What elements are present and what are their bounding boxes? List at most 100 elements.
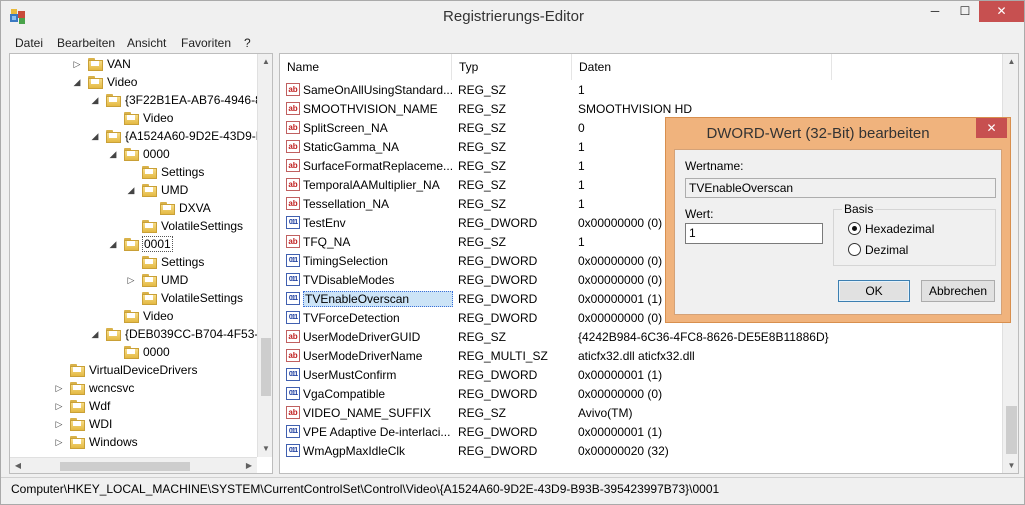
tree-node[interactable]: ◢ UMD (10, 182, 255, 200)
value-name[interactable]: TVEnableOverscan (303, 291, 453, 307)
value-name[interactable]: TVDisableModes (303, 273, 453, 287)
collapse-arrow-icon[interactable]: ◢ (108, 149, 118, 161)
dialog-close-button[interactable]: ✕ (976, 118, 1007, 138)
expand-arrow-icon[interactable]: ▷ (126, 275, 136, 287)
tree-node-label[interactable]: Settings (160, 165, 205, 179)
tree-node[interactable]: ▷ WDI (10, 416, 255, 434)
tree-node-label[interactable]: Video (142, 309, 174, 323)
table-row[interactable]: ab VIDEO_NAME_SUFFIX REG_SZ Avivo(TM) (280, 403, 1000, 422)
menu-help[interactable]: ? (244, 36, 251, 50)
radio-unchecked-icon[interactable] (848, 243, 861, 256)
maximize-button[interactable]: ☐ (952, 1, 978, 22)
value-name[interactable]: TFQ_NA (303, 235, 453, 249)
table-row[interactable]: ab SameOnAllUsingStandard... REG_SZ 1 (280, 80, 1000, 99)
collapse-arrow-icon[interactable]: ◢ (90, 95, 100, 107)
value-name[interactable]: SMOOTHVISION_NAME (303, 102, 453, 116)
tree-node-label[interactable]: VolatileSettings (160, 291, 244, 305)
table-row[interactable]: ab UserModeDriverGUID REG_SZ {4242B984-6C36… (280, 327, 1000, 346)
table-row[interactable]: ab SMOOTHVISION_NAME REG_SZ SMOOTHVISION HD (280, 99, 1000, 118)
tree-node-label[interactable]: Settings (160, 255, 205, 269)
value-name[interactable]: TemporalAAMultiplier_NA (303, 178, 453, 192)
tree-node-label[interactable]: 0001 (142, 236, 173, 252)
value-name[interactable]: WmAgpMaxIdleClk (303, 444, 453, 458)
scroll-right-arrow-icon[interactable]: ▶ (241, 458, 257, 473)
tree-node-label[interactable]: {DEB039CC-B704-4F53-B43E (124, 327, 272, 341)
scroll-down-arrow-icon[interactable]: ▼ (258, 441, 272, 457)
value-name[interactable]: SurfaceFormatReplaceme... (303, 159, 453, 173)
expand-arrow-icon[interactable]: ▷ (72, 59, 82, 71)
value-name[interactable]: UserModeDriverGUID (303, 330, 453, 344)
tree-node-label[interactable]: WDI (88, 417, 113, 431)
scrollbar-thumb[interactable] (261, 338, 271, 396)
value-data-input[interactable]: 1 (685, 223, 823, 244)
tree-node-label[interactable]: Wdf (88, 399, 111, 413)
value-name[interactable]: TestEnv (303, 216, 453, 230)
table-row[interactable]: 011 UserMustConfirm REG_DWORD 0x00000001 (1… (280, 365, 1000, 384)
value-name[interactable]: StaticGamma_NA (303, 140, 453, 154)
expand-arrow-icon[interactable]: ▷ (54, 419, 64, 431)
scroll-up-arrow-icon[interactable]: ▲ (1003, 54, 1018, 70)
tree-node[interactable]: Settings (10, 254, 255, 272)
collapse-arrow-icon[interactable]: ◢ (108, 239, 118, 251)
value-name[interactable]: SplitScreen_NA (303, 121, 453, 135)
scrollbar-thumb[interactable] (60, 462, 190, 471)
tree-node-label[interactable]: Video (106, 75, 138, 89)
tree-node[interactable]: VolatileSettings (10, 218, 255, 236)
menu-datei[interactable]: Datei (15, 36, 43, 50)
tree-node[interactable]: ◢ Video (10, 74, 255, 92)
ok-button[interactable]: OK (838, 280, 910, 302)
tree-node[interactable]: ▷ VAN (10, 56, 255, 74)
close-button[interactable]: ✕ (979, 1, 1024, 22)
tree-node[interactable]: Video (10, 110, 255, 128)
tree-node-label[interactable]: UMD (160, 273, 189, 287)
registry-tree[interactable]: ▷ VAN ◢ Video ◢ {3F22B1EA-AB76-4946-851F- Vide… (9, 53, 273, 474)
tree-node[interactable]: ▷ UMD (10, 272, 255, 290)
scroll-up-arrow-icon[interactable]: ▲ (258, 54, 272, 70)
tree-node[interactable]: ▷ Wdf (10, 398, 255, 416)
tree-node[interactable]: ◢ {DEB039CC-B704-4F53-B43E (10, 326, 272, 344)
tree-node-label[interactable]: DXVA (178, 201, 212, 215)
tree-vertical-scrollbar[interactable]: ▲ ▼ (257, 54, 272, 457)
scroll-left-arrow-icon[interactable]: ◀ (10, 458, 26, 473)
tree-node-label[interactable]: VirtualDeviceDrivers (88, 363, 198, 377)
expand-arrow-icon[interactable]: ▷ (54, 401, 64, 413)
radio-checked-icon[interactable] (848, 222, 861, 235)
tree-horizontal-scrollbar[interactable]: ◀ ▶ (10, 457, 257, 473)
value-name[interactable]: Tessellation_NA (303, 197, 453, 211)
tree-node[interactable]: VolatileSettings (10, 290, 255, 308)
minimize-button[interactable]: ─ (921, 1, 949, 22)
value-name[interactable]: UserModeDriverName (303, 349, 453, 363)
menu-bearbeiten[interactable]: Bearbeiten (57, 36, 115, 50)
table-row[interactable]: 011 VPE Adaptive De-interlaci... REG_DWORD… (280, 422, 1000, 441)
value-name[interactable]: VgaCompatible (303, 387, 453, 401)
collapse-arrow-icon[interactable]: ◢ (72, 77, 82, 89)
table-row[interactable]: 011 VgaCompatible REG_DWORD 0x00000000 (0) (280, 384, 1000, 403)
tree-node-label[interactable]: Windows (88, 435, 139, 449)
tree-node-label[interactable]: 0000 (142, 147, 171, 161)
menu-ansicht[interactable]: Ansicht (127, 36, 166, 50)
tree-node[interactable]: ◢ {3F22B1EA-AB76-4946-851F- (10, 92, 272, 110)
tree-node[interactable]: 0000 (10, 344, 255, 362)
value-name[interactable]: VIDEO_NAME_SUFFIX (303, 406, 453, 420)
tree-node-label[interactable]: {3F22B1EA-AB76-4946-851F- (124, 93, 272, 107)
expand-arrow-icon[interactable]: ▷ (54, 383, 64, 395)
tree-node-label[interactable]: UMD (160, 183, 189, 197)
column-header-name[interactable]: Name (280, 54, 452, 80)
table-row[interactable]: ab UserModeDriverName REG_MULTI_SZ aticfx32… (280, 346, 1000, 365)
tree-node[interactable]: VirtualDeviceDrivers (10, 362, 255, 380)
tree-node-label[interactable]: VAN (106, 57, 132, 71)
tree-node[interactable]: ◢ {A1524A60-9D2E-43D9-B93B (10, 128, 272, 146)
tree-node-label[interactable]: {A1524A60-9D2E-43D9-B93B (124, 129, 272, 143)
tree-node[interactable]: Video (10, 308, 255, 326)
value-name[interactable]: TVForceDetection (303, 311, 453, 325)
tree-node-label[interactable]: VolatileSettings (160, 219, 244, 233)
tree-node[interactable]: ◢ 0000 (10, 146, 255, 164)
scroll-down-arrow-icon[interactable]: ▼ (1003, 458, 1018, 473)
column-header-type[interactable]: Typ (452, 54, 572, 80)
tree-node[interactable]: Settings (10, 164, 255, 182)
tree-node-label[interactable]: Video (142, 111, 174, 125)
cancel-button[interactable]: Abbrechen (921, 280, 995, 302)
tree-node[interactable]: DXVA (10, 200, 255, 218)
value-name[interactable]: VPE Adaptive De-interlaci... (303, 425, 453, 439)
expand-arrow-icon[interactable]: ▷ (54, 437, 64, 449)
